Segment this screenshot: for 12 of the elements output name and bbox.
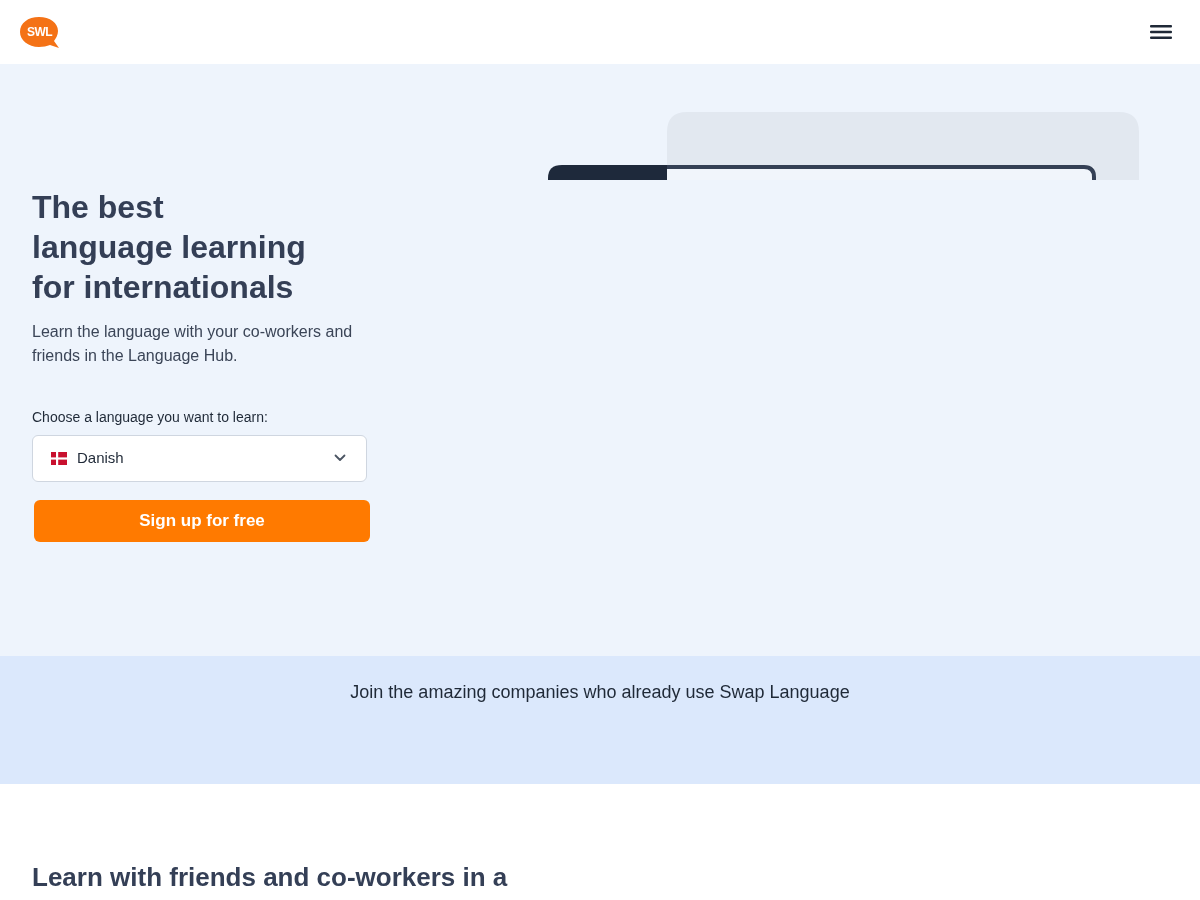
chevron-down-icon [334,454,346,462]
selected-language: Danish [77,447,125,468]
companies-tagline: Join the amazing companies who already use Swap Language [350,681,850,704]
menu-icon [1150,24,1172,40]
hero-subtitle: Learn the language with your co-workers and friends in the Language Hub. [32,321,354,366]
language-label: Choose a language you want to learn: [32,407,269,427]
logo[interactable]: SWL [20,15,60,49]
features-heading: Learn with friends and co-workers in a [32,861,509,894]
hero-heading: The best language learning for internationals [32,187,307,307]
language-select[interactable]: Danish [32,434,367,482]
signup-button[interactable]: Sign up for free [34,499,370,542]
denmark-flag-icon [51,451,67,465]
